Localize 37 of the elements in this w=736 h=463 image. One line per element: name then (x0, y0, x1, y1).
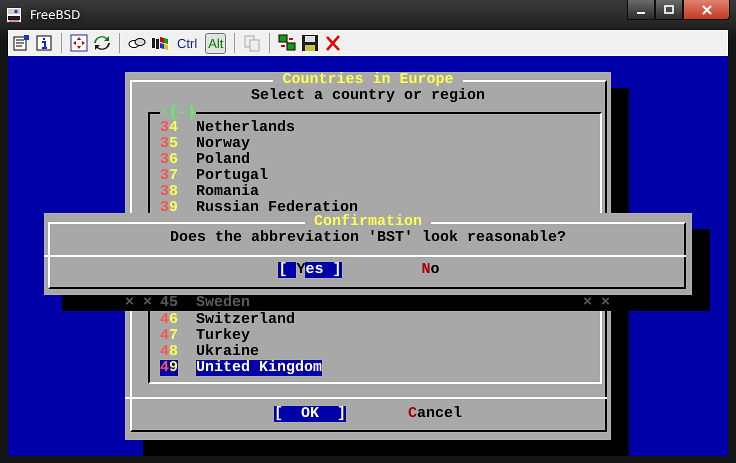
border-glyphs: × × (125, 295, 152, 311)
list-item[interactable]: 46 Switzerland (160, 312, 296, 328)
fullscreen-icon[interactable] (70, 34, 88, 52)
close-icon (702, 4, 712, 14)
border-glyphs: × × (583, 295, 610, 311)
list-item[interactable]: 47 Turkey (160, 328, 250, 344)
minimize-button[interactable] (627, 0, 655, 20)
refresh-icon[interactable] (93, 34, 111, 52)
dialog-button[interactable]: No (422, 262, 440, 278)
prompt-text: Select a country or region (250, 88, 486, 104)
item-name: Sweden (196, 295, 250, 311)
info-icon[interactable] (35, 34, 53, 52)
window-title: FreeBSD (30, 8, 80, 22)
list-item[interactable]: 35 Norway (160, 136, 250, 152)
close-button[interactable] (683, 0, 730, 20)
list-item[interactable]: 37 Portugal (160, 168, 268, 184)
maximize-button[interactable] (655, 0, 683, 20)
item-number: 45 (160, 295, 178, 311)
alt-key-button[interactable]: Alt (205, 32, 226, 54)
dialog-button[interactable]: Cancel (408, 406, 462, 422)
scroll-indicator: ↑(-) (160, 105, 196, 121)
maximize-icon (664, 4, 674, 14)
vnc-logo-icon (6, 7, 22, 23)
list-item[interactable]: 48 Ukraine (160, 344, 260, 360)
dialog-title: Countries in Europe (273, 72, 463, 88)
list-item[interactable]: 36 Poland (160, 152, 250, 168)
minimize-icon (637, 12, 645, 14)
windows-flag-icon[interactable] (151, 34, 169, 52)
close-icon[interactable] (324, 34, 342, 52)
transfer-icon[interactable] (278, 34, 296, 52)
options-icon[interactable] (12, 34, 30, 52)
question-text: Does the abbreviation 'BST' look reasonable? (170, 230, 566, 246)
ctrl-key-button[interactable]: Ctrl (174, 32, 200, 54)
save-icon[interactable] (301, 34, 320, 52)
list-item[interactable]: 38 Romania (160, 184, 260, 200)
dialog-button[interactable]: [ OK ] (274, 406, 346, 422)
list-item[interactable]: 34 Netherlands (160, 120, 296, 136)
